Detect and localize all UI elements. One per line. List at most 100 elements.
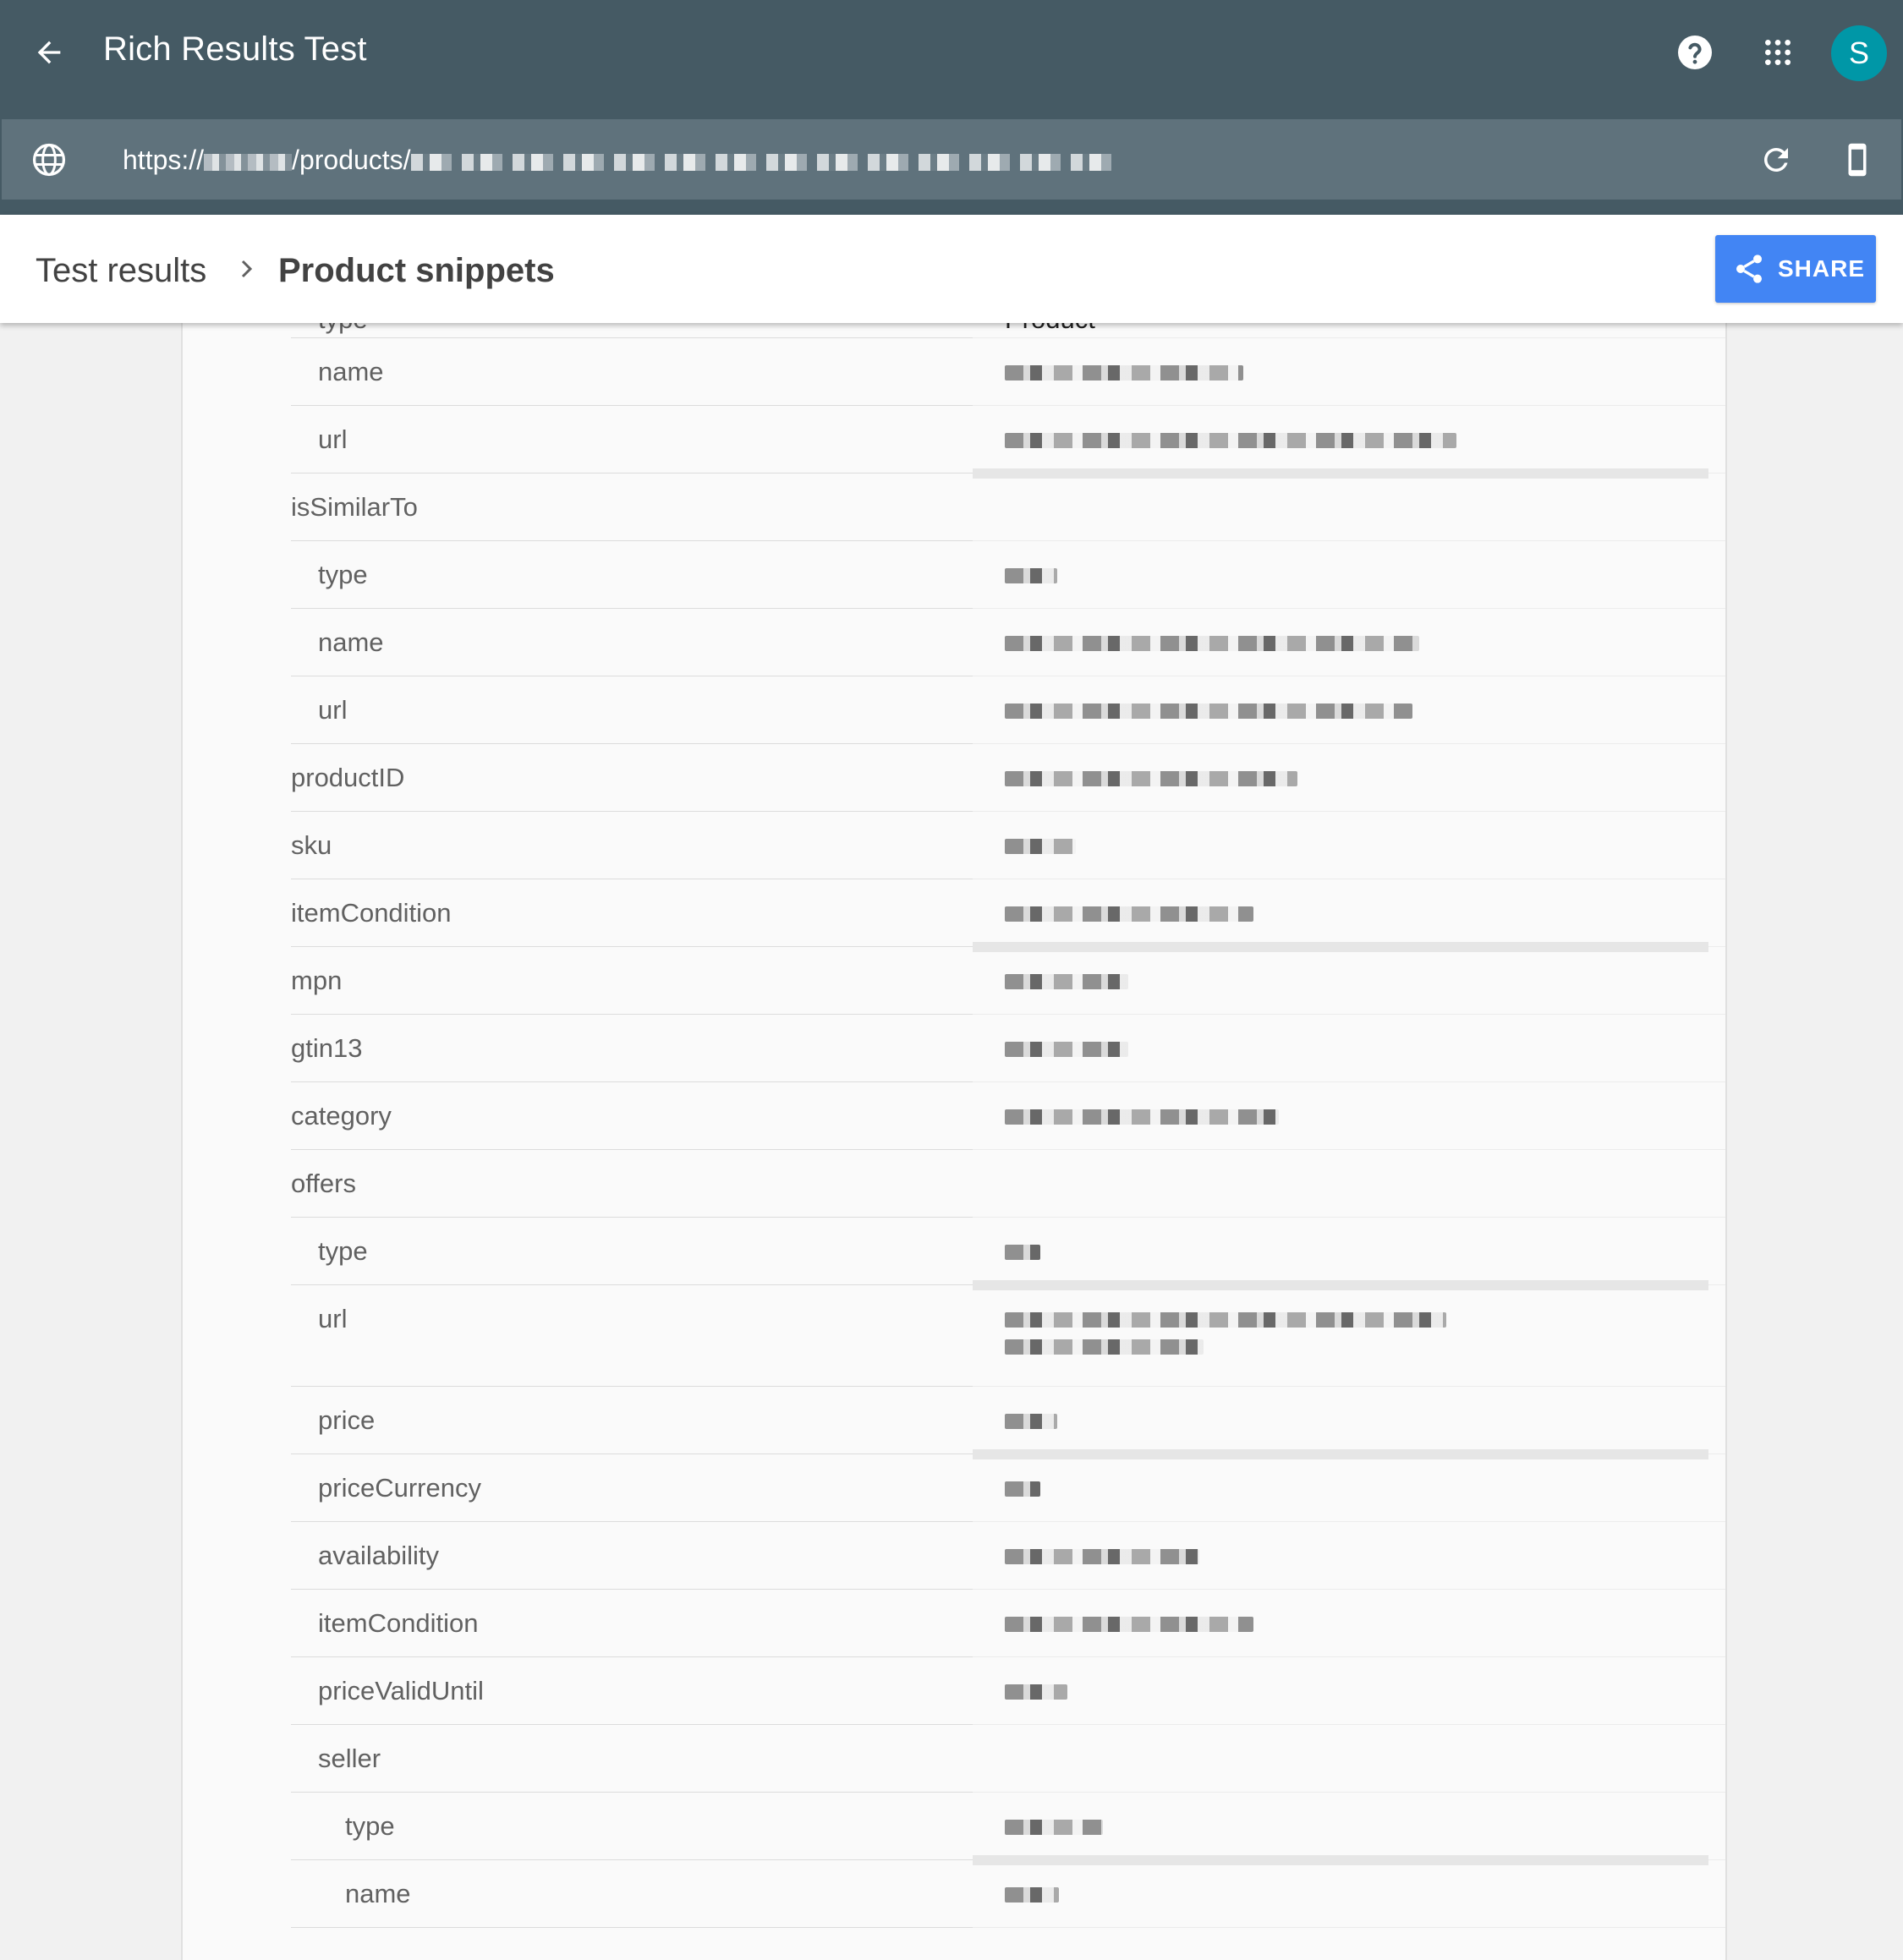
refresh-button[interactable] (1746, 129, 1807, 190)
property-cell: url (291, 1285, 973, 1387)
redacted-value (1005, 1042, 1128, 1057)
property-row: priceValidUntil (291, 1657, 1725, 1725)
property-value (973, 812, 1725, 879)
back-button[interactable] (19, 22, 80, 83)
property-value (973, 1015, 1725, 1082)
property-row: price (291, 1387, 1725, 1459)
property-label: name (318, 357, 384, 386)
property-cell: type (291, 1218, 973, 1285)
breadcrumb-test-results[interactable]: Test results (36, 252, 206, 290)
redacted-value (1005, 839, 1076, 854)
url-bar[interactable]: https:// /products/ (2, 119, 1901, 200)
property-label: name (345, 1879, 411, 1908)
property-row: itemCondition (291, 879, 1725, 952)
redacted-value (1005, 1245, 1040, 1260)
property-value (973, 1590, 1725, 1657)
property-value (973, 1725, 1725, 1793)
property-row: url (291, 1285, 1725, 1387)
property-label: availability (318, 1541, 440, 1570)
property-label: name (318, 627, 384, 657)
share-button[interactable]: SHARE (1715, 235, 1876, 303)
property-label: priceCurrency (318, 1473, 481, 1503)
property-cell: name (291, 1860, 973, 1928)
share-icon (1736, 255, 1762, 283)
redacted-value (1005, 1684, 1067, 1700)
top-toolbar: Rich Results Test S (0, 0, 1903, 107)
property-label: url (318, 424, 348, 454)
redacted-value (1005, 1820, 1103, 1835)
property-label: priceValidUntil (318, 1676, 484, 1705)
globe-button (19, 129, 80, 190)
app-title: Rich Results Test (103, 30, 367, 68)
structured-data-card: type Product name url isSimilarTo type name u… (181, 323, 1727, 1960)
property-row: mpn (291, 947, 1725, 1015)
property-label: sku (291, 830, 332, 860)
property-row: url (291, 676, 1725, 744)
redacted-slug (410, 153, 1122, 171)
breadcrumb-current: Product snippets (278, 252, 555, 289)
redacted-value (1005, 974, 1128, 989)
property-value (973, 1793, 1725, 1865)
redacted-value (1005, 1549, 1199, 1564)
property-cell: sku (291, 812, 973, 879)
url-input[interactable]: https:// /products/ (123, 145, 1122, 176)
property-label: isSimilarTo (291, 492, 418, 522)
avatar[interactable]: S (1831, 25, 1887, 81)
property-cell: type (291, 541, 973, 609)
device-toggle-button[interactable] (1827, 129, 1888, 190)
property-value (973, 1218, 1725, 1290)
redacted-value (1005, 704, 1412, 719)
apps-grid-icon (1765, 40, 1791, 65)
property-value (973, 1150, 1725, 1218)
property-cell: category (291, 1082, 973, 1150)
help-circle-icon (1678, 36, 1712, 69)
property-cell: availability (291, 1522, 973, 1590)
property-value (973, 1387, 1725, 1459)
property-row: name (291, 609, 1725, 676)
property-row: productID (291, 744, 1725, 812)
property-row: name (291, 1860, 1725, 1928)
redacted-value (1005, 636, 1419, 651)
results-content[interactable]: type Product name url isSimilarTo type name u… (0, 323, 1903, 1960)
property-value (973, 1454, 1725, 1522)
redacted-value (1005, 906, 1253, 922)
redacted-value (1005, 1887, 1059, 1903)
property-value (973, 1082, 1725, 1150)
property-row: type (291, 1218, 1725, 1290)
property-cell: url (291, 676, 973, 744)
redacted-value (1005, 1109, 1279, 1125)
redacted-value (1005, 433, 1456, 448)
property-row: offers (291, 1150, 1725, 1218)
property-row: availability (291, 1522, 1725, 1590)
redacted-value (1005, 1312, 1446, 1328)
share-label: SHARE (1778, 255, 1866, 282)
property-row: type (291, 541, 1725, 609)
property-label: offers (291, 1169, 356, 1198)
property-label: type (318, 323, 368, 335)
results-header: Test results Product snippets SHARE (0, 215, 1903, 323)
redacted-value (1005, 1481, 1040, 1497)
property-value (973, 609, 1725, 676)
apps-button[interactable] (1747, 22, 1808, 83)
property-value (973, 541, 1725, 609)
property-cell: offers (291, 1150, 973, 1218)
redacted-value (1005, 771, 1297, 786)
property-value (973, 1285, 1725, 1387)
redacted-value (1005, 1414, 1057, 1429)
property-label: price (318, 1405, 376, 1435)
property-label: url (318, 1304, 348, 1333)
help-button[interactable] (1664, 22, 1725, 83)
property-value (973, 474, 1725, 541)
property-value (973, 1657, 1725, 1725)
property-row: url (291, 406, 1725, 479)
url-prefix: https:// (123, 145, 205, 175)
property-row: sku (291, 812, 1725, 879)
property-label: itemCondition (291, 898, 452, 928)
globe-icon (32, 143, 66, 177)
property-cell: name (291, 609, 973, 676)
app-bar: Rich Results Test S https:// /products/ (0, 0, 1903, 215)
property-value (973, 338, 1725, 406)
property-value (973, 1860, 1725, 1928)
property-cell: url (291, 406, 973, 474)
property-cell: priceCurrency (291, 1454, 973, 1522)
